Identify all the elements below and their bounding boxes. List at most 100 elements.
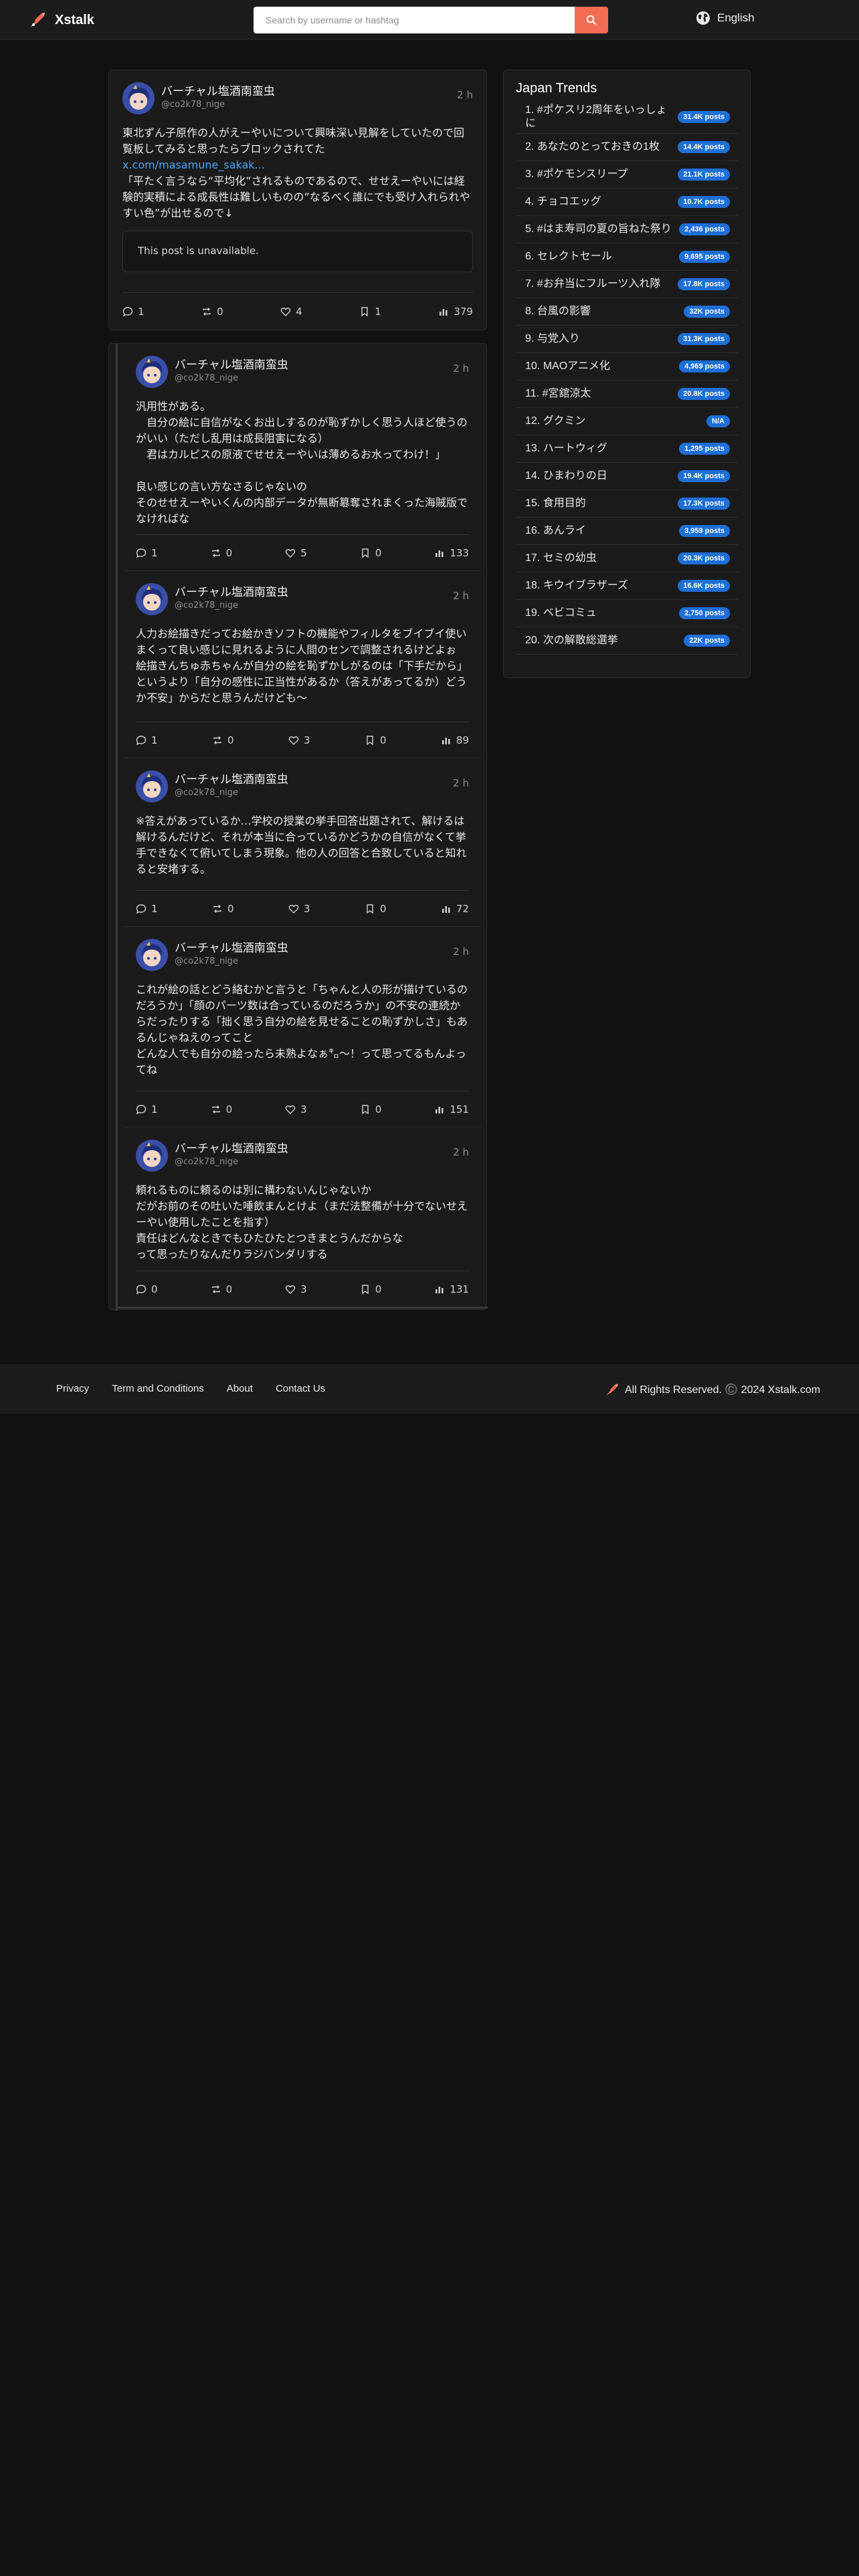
avatar[interactable] [136, 939, 168, 971]
reply-post[interactable]: バーチャル塩酒南蛮虫 @co2k78_nige 2 h これが絵の話とどう絡むか… [124, 927, 481, 1128]
author-display-name[interactable]: バーチャル塩酒南蛮虫 [161, 84, 275, 99]
reply-button[interactable]: 1 [136, 547, 158, 559]
bar-chart-icon [436, 1286, 444, 1293]
reply-post[interactable]: バーチャル塩酒南蛮虫 @co2k78_nige 2 h ※答えがあっているか…学… [124, 758, 481, 927]
author-username[interactable]: @co2k78_nige [175, 956, 288, 968]
avatar-image [136, 770, 168, 802]
bookmark-button[interactable]: 0 [360, 1283, 381, 1295]
bookmark-button[interactable]: 0 [365, 734, 386, 746]
trend-label: 10. MAOアニメ化 [525, 360, 610, 372]
trend-item[interactable]: 4. チョコエッグ 10.7K posts [516, 189, 738, 216]
heart-icon [288, 736, 299, 745]
bookmark-button[interactable]: 0 [360, 1103, 381, 1115]
language-selector[interactable]: English [696, 11, 755, 25]
author-display-name[interactable]: バーチャル塩酒南蛮虫 [175, 772, 288, 787]
like-button[interactable]: 5 [285, 547, 307, 559]
post-link[interactable]: x.com/masamune_sakak... [122, 158, 265, 171]
trend-item[interactable]: 3. #ポケモンスリープ 21.1K posts [516, 161, 738, 189]
reply-post[interactable]: バーチャル塩酒南蛮虫 @co2k78_nige 2 h 人力お絵描きだってお絵か… [124, 571, 481, 758]
views-stat[interactable]: 72 [441, 903, 469, 915]
trend-item[interactable]: 8. 台風の影響 32K posts [516, 298, 738, 326]
trend-item[interactable]: 7. #お弁当にフルーツ入れ隊 17.8K posts [516, 271, 738, 298]
reply-post[interactable]: バーチャル塩酒南蛮虫 @co2k78_nige 2 h 汎用性がある。 自分の絵… [124, 344, 481, 571]
author-username[interactable]: @co2k78_nige [175, 787, 288, 799]
like-button[interactable]: 4 [280, 306, 302, 318]
like-button[interactable]: 3 [288, 734, 310, 746]
author-display-name[interactable]: バーチャル塩酒南蛮虫 [175, 358, 288, 372]
trend-item[interactable]: 13. ハートウィグ 1,295 posts [516, 435, 738, 463]
trend-label: 16. あんライ [525, 525, 586, 536]
repost-button[interactable]: 0 [212, 903, 234, 915]
author-username[interactable]: @co2k78_nige [175, 372, 288, 385]
views-stat[interactable]: 131 [434, 1283, 469, 1295]
repost-button[interactable]: 0 [212, 734, 234, 746]
author-display-name[interactable]: バーチャル塩酒南蛮虫 [175, 941, 288, 956]
reply-button[interactable]: 1 [136, 903, 158, 915]
reply-button[interactable]: 1 [122, 306, 145, 318]
reply-button[interactable]: 1 [136, 1103, 158, 1115]
trend-item[interactable]: 15. 食用目的 17.3K posts [516, 490, 738, 518]
post-header: バーチャル塩酒南蛮虫 @co2k78_nige 2 h [136, 356, 469, 391]
comment-icon [136, 735, 147, 745]
trend-item[interactable]: 1. #ポケスリ2周年をいっしょに 31.4K posts [516, 100, 738, 134]
footer-link-privacy[interactable]: Privacy [56, 1383, 89, 1394]
views-stat[interactable]: 133 [434, 547, 469, 559]
reply-button[interactable]: 1 [136, 734, 158, 746]
top-navbar: Xstalk English [0, 0, 859, 40]
main-post[interactable]: バーチャル塩酒南蛮虫 @co2k78_nige 2 h 東北ずん子原作の人がえー… [108, 70, 487, 330]
like-button[interactable]: 3 [285, 1283, 307, 1295]
trend-item[interactable]: 2. あなたのとっておきの1枚 14.4K posts [516, 134, 738, 161]
bookmark-icon [362, 548, 369, 558]
avatar[interactable] [136, 770, 168, 802]
trend-item[interactable]: 12. グクミン N/A [516, 408, 738, 435]
trend-item[interactable]: 17. セミの幼虫 20.3K posts [516, 545, 738, 572]
trend-item[interactable]: 10. MAOアニメ化 4,969 posts [516, 353, 738, 381]
avatar[interactable] [136, 583, 168, 615]
author-username[interactable]: @co2k78_nige [175, 1156, 288, 1168]
author-display-name[interactable]: バーチャル塩酒南蛮虫 [175, 1142, 288, 1156]
bookmark-button[interactable]: 0 [365, 903, 386, 915]
trend-item[interactable]: 11. #宮舘涼太 20.8K posts [516, 381, 738, 408]
avatar[interactable] [122, 82, 155, 114]
trend-label: 9. 与党入り [525, 333, 580, 344]
bookmark-count: 1 [375, 305, 381, 318]
bookmark-button[interactable]: 0 [360, 547, 381, 559]
trend-item[interactable]: 18. キウイブラザーズ 16.6K posts [516, 572, 738, 600]
footer-link-terms[interactable]: Term and Conditions [112, 1383, 204, 1394]
repost-button[interactable]: 0 [211, 1103, 232, 1115]
footer-link-about[interactable]: About [227, 1383, 253, 1394]
reply-post[interactable]: バーチャル塩酒南蛮虫 @co2k78_nige 2 h 頼れるものに頼るのは別に… [124, 1128, 481, 1307]
repost-count: 0 [225, 1283, 233, 1295]
trend-item[interactable]: 14. ひまわりの日 19.4K posts [516, 463, 738, 490]
reply-count: 1 [151, 734, 158, 746]
views-stat[interactable]: 379 [438, 306, 473, 318]
search-button[interactable] [575, 7, 608, 33]
reply-button[interactable]: 0 [136, 1283, 158, 1295]
comment-icon [136, 1284, 147, 1294]
like-button[interactable]: 3 [288, 903, 310, 915]
avatar[interactable] [136, 356, 168, 388]
repost-button[interactable]: 0 [201, 306, 223, 318]
repost-button[interactable]: 0 [211, 1283, 233, 1295]
like-button[interactable]: 3 [285, 1103, 307, 1115]
repost-button[interactable]: 0 [211, 547, 232, 559]
author-username[interactable]: @co2k78_nige [175, 600, 288, 612]
trend-item[interactable]: 16. あんライ 3,959 posts [516, 518, 738, 545]
brand[interactable]: Xstalk [28, 11, 94, 29]
avatar[interactable] [136, 1140, 168, 1172]
trend-item[interactable]: 5. #はま寿司の夏の旨ねた祭り 2,436 posts [516, 216, 738, 243]
footer-link-contact[interactable]: Contact Us [276, 1383, 325, 1394]
views-stat[interactable]: 89 [441, 734, 469, 746]
search-input[interactable] [254, 7, 575, 33]
trend-label: 20. 次の解散総選挙 [525, 635, 618, 646]
trend-item[interactable]: 20. 次の解散総選挙 22K posts [516, 627, 738, 655]
bar-chart-icon [436, 550, 444, 557]
author-display-name[interactable]: バーチャル塩酒南蛮虫 [175, 585, 288, 600]
views-stat[interactable]: 151 [434, 1103, 469, 1115]
bookmark-button[interactable]: 1 [359, 306, 381, 318]
trend-item[interactable]: 19. ベビコミュ 2,750 posts [516, 600, 738, 627]
trend-item[interactable]: 6. セレクトセール 9,695 posts [516, 243, 738, 271]
author-username[interactable]: @co2k78_nige [161, 99, 275, 111]
post-header: バーチャル塩酒南蛮虫 @co2k78_nige 2 h [122, 82, 473, 117]
trend-item[interactable]: 9. 与党入り 31.3K posts [516, 326, 738, 353]
